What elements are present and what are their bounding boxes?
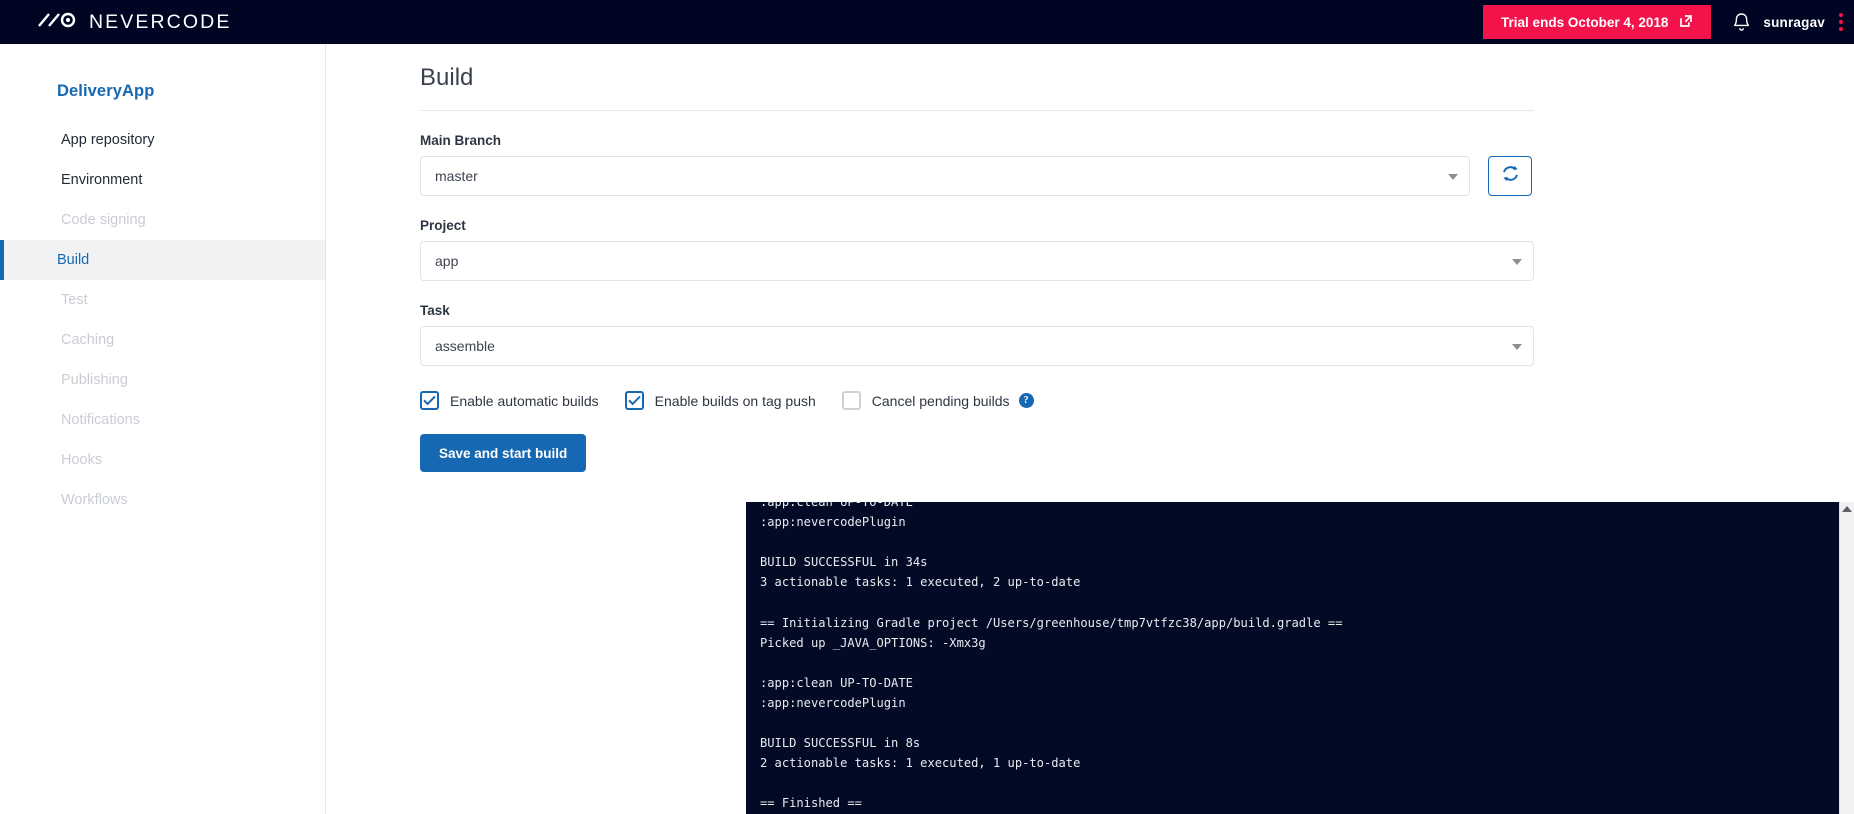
checkbox-cancel-pending-builds[interactable] <box>841 391 861 410</box>
console-output-area[interactable]: :app:clean UP-TO-DATE :app:nevercodePlug… <box>746 502 1839 814</box>
check-icon <box>423 395 436 406</box>
chevron-down-icon <box>1512 344 1522 350</box>
main-branch-value: master <box>435 168 478 184</box>
sidebar-item-build[interactable]: Build <box>0 240 325 280</box>
task-label: Task <box>420 303 450 318</box>
option-cancel-pending-builds[interactable]: Cancel pending builds ? <box>841 391 1034 410</box>
vertical-dots-menu-icon[interactable] <box>1839 13 1843 31</box>
help-question-icon[interactable]: ? <box>1018 393 1034 408</box>
build-settings-form: Main Branch master Project app Task asse… <box>326 133 1854 472</box>
main-branch-select[interactable]: master <box>420 156 1470 196</box>
chevron-down-icon <box>1512 259 1522 265</box>
task-select[interactable]: assemble <box>420 326 1534 366</box>
trial-ends-button[interactable]: Trial ends October 4, 2018 <box>1483 5 1712 39</box>
main-content: Build Main Branch master Project app Tas… <box>326 44 1854 814</box>
checkbox-enable-automatic-builds[interactable] <box>420 391 439 410</box>
label-cancel-pending-builds[interactable]: Cancel pending builds <box>872 393 1010 409</box>
username-label[interactable]: sunragav <box>1763 15 1825 30</box>
sidebar-item-caching: Caching <box>61 332 115 348</box>
sidebar-item-test: Test <box>61 292 88 308</box>
project-select[interactable]: app <box>420 241 1534 281</box>
brand-name: NEVERCODE <box>89 10 232 33</box>
scroll-up-arrow-icon[interactable] <box>1842 506 1852 512</box>
option-enable-automatic-builds[interactable]: Enable automatic builds <box>420 391 599 410</box>
sidebar-item-environment[interactable]: Environment <box>0 160 325 200</box>
sidebar-item-publishing: Publishing <box>61 372 128 388</box>
sidebar-item-app-repository[interactable]: App repository <box>0 120 325 160</box>
checkbox-enable-builds-on-tag-push[interactable] <box>624 391 644 410</box>
brand-logo[interactable]: NEVERCODE <box>38 11 231 34</box>
label-enable-automatic-builds[interactable]: Enable automatic builds <box>450 393 599 409</box>
main-branch-row: master <box>420 156 1854 196</box>
sidebar-nav-list: App repository Environment Code signing … <box>0 120 325 520</box>
label-enable-builds-on-tag-push[interactable]: Enable builds on tag push <box>655 393 816 409</box>
page-title: Build <box>420 64 474 91</box>
title-divider <box>420 110 1534 111</box>
sidebar: DeliveryApp App repository Environment C… <box>0 44 326 814</box>
console-log-text: :app:clean UP-TO-DATE :app:nevercodePlug… <box>760 502 1343 811</box>
main-branch-label: Main Branch <box>420 133 502 148</box>
chevron-down-icon <box>1448 174 1458 180</box>
external-link-icon <box>1679 14 1693 31</box>
console-scrollbar[interactable] <box>1839 502 1854 814</box>
refresh-sync-icon <box>1501 164 1520 188</box>
project-label: Project <box>420 218 466 233</box>
check-icon <box>627 395 641 406</box>
sidebar-item-code-signing: Code signing <box>61 212 146 228</box>
top-navbar: NEVERCODE Trial ends October 4, 2018 sun… <box>0 0 1854 44</box>
sidebar-item-hooks: Hooks <box>61 452 103 468</box>
notification-bell-icon[interactable] <box>1732 12 1751 33</box>
refresh-branches-button[interactable] <box>1488 156 1532 196</box>
sidebar-item-notifications: Notifications <box>61 412 140 428</box>
sidebar-app-name[interactable]: DeliveryApp <box>0 44 325 101</box>
navbar-right-group: Trial ends October 4, 2018 sunragav <box>1483 0 1854 44</box>
sidebar-item-workflows: Workflows <box>61 492 128 508</box>
project-value: app <box>435 253 459 269</box>
save-and-start-build-button[interactable]: Save and start build <box>420 434 587 472</box>
task-value: assemble <box>435 338 495 354</box>
build-options-row: Enable automatic builds Enable builds on… <box>420 391 1854 410</box>
trial-ends-label: Trial ends October 4, 2018 <box>1501 14 1669 30</box>
option-enable-builds-on-tag-push[interactable]: Enable builds on tag push <box>624 391 816 410</box>
nevercode-logo-icon <box>38 12 80 33</box>
build-log-console: :app:clean UP-TO-DATE :app:nevercodePlug… <box>746 502 1854 814</box>
